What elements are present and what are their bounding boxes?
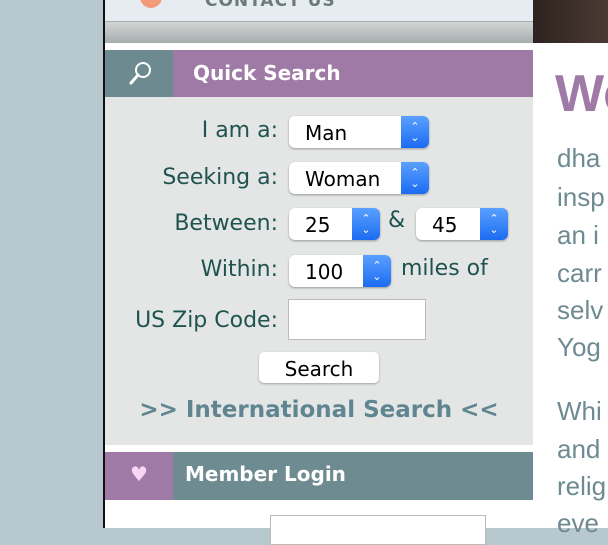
and-label: & bbox=[388, 208, 406, 233]
age-min-value: 25 bbox=[305, 213, 331, 237]
content-line: dha bbox=[557, 143, 601, 173]
seeking-label: Seeking a: bbox=[162, 165, 278, 190]
age-max-value: 45 bbox=[432, 213, 458, 237]
content-line: carr bbox=[557, 258, 602, 288]
search-button[interactable]: Search bbox=[259, 352, 379, 383]
i-am-label: I am a: bbox=[201, 118, 278, 143]
heart-icon: ♥ bbox=[105, 452, 173, 500]
content-line: an i bbox=[557, 220, 599, 250]
chevron-updown-icon: ⌃ ⌄ bbox=[480, 208, 508, 240]
i-am-value: Man bbox=[305, 121, 348, 145]
i-am-select[interactable]: Man ⌃ ⌄ bbox=[289, 116, 429, 148]
seeking-value: Woman bbox=[305, 167, 381, 191]
nav-contact-label[interactable]: CONTACT US bbox=[205, 0, 336, 11]
content-line: Yog bbox=[557, 332, 601, 362]
within-select[interactable]: 100 ⌃ ⌄ bbox=[289, 255, 391, 287]
chevron-updown-icon: ⌃ ⌄ bbox=[363, 255, 391, 287]
content-line: insp bbox=[557, 182, 605, 212]
username-input[interactable] bbox=[270, 515, 486, 545]
zip-input[interactable] bbox=[288, 299, 426, 340]
header-photo bbox=[533, 0, 608, 43]
within-label: Within: bbox=[200, 257, 278, 282]
age-max-select[interactable]: 45 ⌃ ⌄ bbox=[416, 208, 508, 240]
international-search-link[interactable]: >> International Search << bbox=[105, 397, 533, 423]
member-login-title: Member Login bbox=[185, 462, 346, 486]
quick-search-title: Quick Search bbox=[193, 61, 341, 85]
nav-divider bbox=[105, 22, 533, 43]
between-label: Between: bbox=[174, 211, 278, 236]
welcome-heading: We bbox=[555, 65, 608, 123]
content-line: Whi bbox=[557, 396, 602, 426]
chevron-updown-icon: ⌃ ⌄ bbox=[352, 208, 380, 240]
chevron-updown-icon: ⌃ ⌄ bbox=[401, 162, 429, 194]
miles-label: miles of bbox=[401, 256, 488, 281]
content-line: relig bbox=[557, 471, 607, 501]
search-icon bbox=[105, 50, 173, 97]
content-line: selv bbox=[557, 295, 604, 325]
seeking-select[interactable]: Woman ⌃ ⌄ bbox=[289, 162, 429, 194]
content-line: eve bbox=[557, 508, 599, 538]
age-min-select[interactable]: 25 ⌃ ⌄ bbox=[289, 208, 380, 240]
content-line: and bbox=[557, 434, 601, 464]
chevron-updown-icon: ⌃ ⌄ bbox=[401, 116, 429, 148]
zip-label: US Zip Code: bbox=[135, 308, 278, 333]
within-value: 100 bbox=[305, 260, 344, 284]
